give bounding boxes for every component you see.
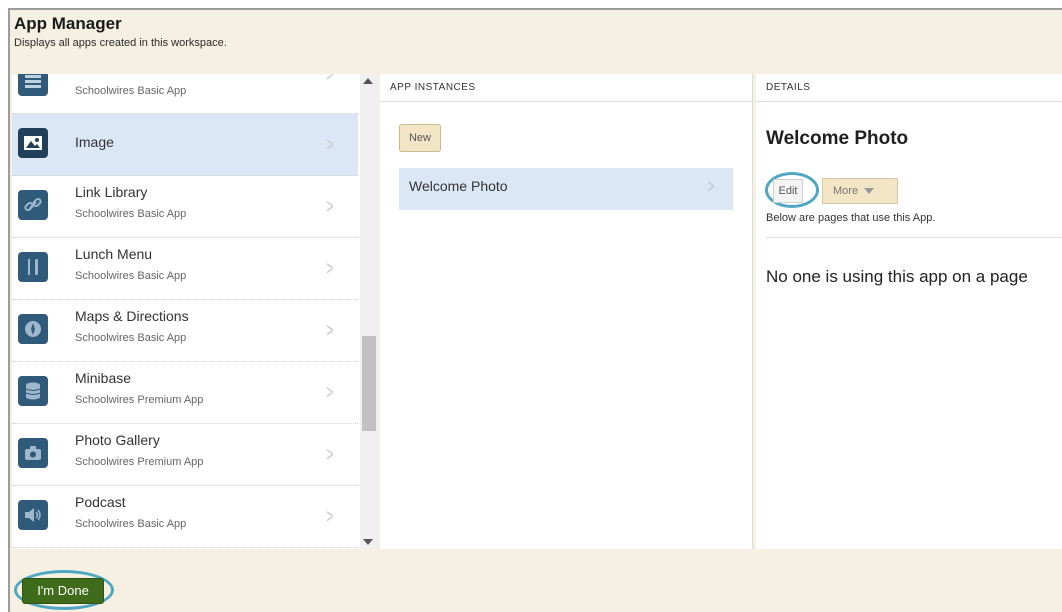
app-list: Schoolwires Basic App > Image > Link Lib… — [12, 74, 361, 549]
app-type: Schoolwires Basic App — [75, 208, 187, 220]
chevron-right-icon: > — [326, 444, 334, 466]
empty-usage-message: No one is using this app on a page — [766, 267, 1028, 286]
app-instances-heading: APP INSTANCES — [380, 74, 752, 102]
app-list-item-photo-gallery[interactable]: Photo Gallery Schoolwires Premium App > — [12, 424, 358, 486]
app-type: Schoolwires Basic App — [75, 85, 187, 97]
chevron-right-icon: > — [326, 506, 334, 528]
more-label: More — [833, 185, 859, 197]
app-name: Lunch Menu — [75, 246, 153, 262]
app-name: Image — [75, 134, 114, 150]
utensils-icon — [18, 252, 48, 282]
chevron-right-icon: > — [326, 382, 334, 404]
app-list-item-image[interactable]: Image > — [12, 114, 358, 176]
more-dropdown-button[interactable]: More — [822, 178, 898, 204]
chevron-right-icon: > — [326, 196, 334, 218]
app-type: Schoolwires Basic App — [75, 270, 187, 282]
new-instance-button[interactable]: New — [399, 124, 441, 152]
page-title: App Manager — [14, 14, 122, 33]
app-name: Maps & Directions — [75, 308, 189, 324]
image-icon — [18, 128, 48, 158]
details-panel: DETAILS Welcome Photo Edit More Below ar… — [756, 74, 1062, 549]
caret-down-icon — [864, 188, 875, 195]
page-subtitle: Displays all apps created in this worksp… — [14, 37, 227, 49]
edit-button[interactable]: Edit — [773, 179, 803, 203]
instance-name: Welcome Photo — [409, 178, 508, 194]
app-list-item[interactable]: Schoolwires Basic App > — [12, 74, 358, 114]
chevron-right-icon: > — [707, 176, 715, 198]
app-list-item-lunch-menu[interactable]: Lunch Menu Schoolwires Basic App > — [12, 238, 358, 300]
app-list-item-podcast[interactable]: Podcast Schoolwires Basic App > — [12, 486, 358, 548]
chevron-right-icon: > — [326, 320, 334, 342]
app-name: Link Library — [75, 184, 148, 200]
divider — [766, 237, 1062, 238]
chevron-right-icon: > — [326, 74, 334, 86]
link-icon — [18, 190, 48, 220]
app-type: Schoolwires Basic App — [75, 518, 187, 530]
app-type: Schoolwires Basic App — [75, 332, 187, 344]
app-name: Minibase — [75, 370, 132, 386]
app-type: Schoolwires Premium App — [75, 456, 204, 468]
app-list-item-maps-directions[interactable]: Maps & Directions Schoolwires Basic App … — [12, 300, 358, 362]
camera-icon — [18, 438, 48, 468]
details-heading: DETAILS — [756, 74, 1062, 102]
speaker-icon — [18, 500, 48, 530]
im-done-button[interactable]: I'm Done — [22, 578, 104, 604]
app-instances-panel: APP INSTANCES New Welcome Photo > — [380, 74, 753, 549]
detail-title: Welcome Photo — [766, 128, 909, 149]
database-icon — [18, 376, 48, 406]
app-list-item-minibase[interactable]: Minibase Schoolwires Premium App > — [12, 362, 358, 424]
list-icon — [18, 74, 48, 96]
chevron-right-icon: > — [326, 134, 334, 156]
app-name: Podcast — [75, 494, 126, 510]
app-name: Photo Gallery — [75, 432, 160, 448]
scroll-up-arrow-icon[interactable] — [363, 78, 373, 84]
scrollbar-thumb[interactable] — [362, 336, 376, 431]
compass-icon — [18, 314, 48, 344]
chevron-right-icon: > — [326, 258, 334, 280]
pages-usage-note: Below are pages that use this App. — [766, 212, 936, 224]
scroll-down-arrow-icon[interactable] — [363, 539, 373, 545]
app-type: Schoolwires Premium App — [75, 394, 204, 406]
app-manager-header: App Manager Displays all apps created in… — [14, 14, 227, 49]
app-list-scrollbar[interactable] — [360, 74, 378, 549]
instance-row-welcome-photo[interactable]: Welcome Photo > — [399, 168, 733, 210]
app-list-item-link-library[interactable]: Link Library Schoolwires Basic App > — [12, 176, 358, 238]
